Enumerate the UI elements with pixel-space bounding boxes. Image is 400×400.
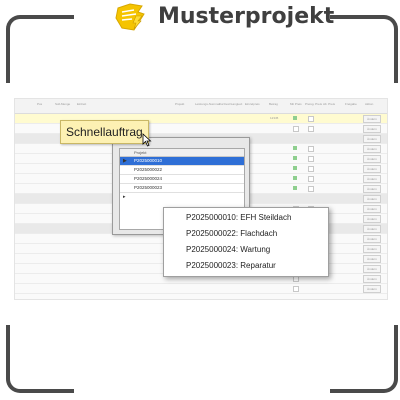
row-edit-button[interactable]: Ändern bbox=[363, 245, 381, 253]
status-indicator bbox=[293, 116, 297, 120]
table-row[interactable]: Ändern bbox=[15, 284, 387, 294]
grid-col-header: Mit Preis bbox=[290, 102, 302, 106]
row-edit-button[interactable]: Ändern bbox=[363, 215, 381, 223]
row-checkbox[interactable] bbox=[308, 166, 314, 172]
row-edit-button[interactable]: Ändern bbox=[363, 155, 381, 163]
project-number: P2025000022 bbox=[134, 167, 163, 172]
row-edit-button[interactable]: Ändern bbox=[363, 185, 381, 193]
row-edit-button[interactable]: Ändern bbox=[363, 225, 381, 233]
row-value: 12345 bbox=[270, 116, 279, 120]
row-edit-button[interactable]: Ändern bbox=[363, 115, 381, 123]
mouse-cursor-icon bbox=[142, 133, 152, 147]
new-row-pointer-icon: ▸ bbox=[123, 194, 126, 200]
row-edit-button[interactable]: Ändern bbox=[363, 165, 381, 173]
row-edit-button[interactable]: Ändern bbox=[363, 285, 381, 293]
row-checkbox[interactable] bbox=[293, 286, 299, 292]
project-list-header: Projekt bbox=[120, 149, 244, 157]
schnellauftrag-tooltip: Schnellauftrag bbox=[60, 120, 149, 144]
grid-col-header: Einzelpreis bbox=[245, 102, 260, 106]
frame-corner-top-left bbox=[6, 15, 74, 83]
row-checkbox[interactable] bbox=[293, 126, 299, 132]
frame-corner-top-right bbox=[330, 15, 398, 83]
project-number: P2025000023 bbox=[134, 185, 163, 190]
brand-title: Musterprojekt bbox=[158, 4, 335, 29]
status-indicator bbox=[293, 156, 297, 160]
project-list-item[interactable]: P2025000024 bbox=[120, 175, 244, 184]
grid-col-header: Betrag bbox=[269, 102, 278, 106]
grid-col-header: Einheit bbox=[77, 102, 87, 106]
project-list-item[interactable]: ▶ P2025000010 bbox=[120, 157, 244, 166]
grid-col-header: Preisg. Preis bbox=[305, 102, 323, 106]
project-list-new-row[interactable]: ▸ bbox=[120, 193, 244, 201]
grid-col-header: Soll-Menge bbox=[55, 102, 71, 106]
project-suggestion-item[interactable]: P2025000022: Flachdach bbox=[186, 229, 277, 238]
row-checkbox[interactable] bbox=[308, 116, 314, 122]
row-checkbox[interactable] bbox=[308, 146, 314, 152]
grid-col-header: Pos bbox=[37, 102, 43, 106]
project-suggestion-popup: P2025000010: EFH Steildach P2025000022: … bbox=[163, 207, 329, 277]
row-checkbox[interactable] bbox=[308, 176, 314, 182]
status-indicator bbox=[293, 166, 297, 170]
row-edit-button[interactable]: Ändern bbox=[363, 145, 381, 153]
status-indicator bbox=[293, 176, 297, 180]
row-edit-button[interactable]: Ändern bbox=[363, 275, 381, 283]
project-column-header: Projekt bbox=[134, 150, 147, 155]
project-number: P2025000024 bbox=[134, 176, 163, 181]
grid-col-header: Alt. Preis bbox=[323, 102, 336, 106]
frame-corner-bottom-left bbox=[6, 325, 74, 393]
project-list-item[interactable]: P2025000022 bbox=[120, 166, 244, 175]
row-edit-button[interactable]: Ändern bbox=[363, 195, 381, 203]
project-suggestion-item[interactable]: P2025000023: Reparatur bbox=[186, 261, 276, 270]
row-checkbox[interactable] bbox=[308, 126, 314, 132]
row-checkbox[interactable] bbox=[308, 186, 314, 192]
row-checkbox[interactable] bbox=[308, 156, 314, 162]
row-edit-button[interactable]: Ändern bbox=[363, 235, 381, 243]
project-list-item[interactable]: P2025000023 bbox=[120, 184, 244, 193]
row-edit-button[interactable]: Ändern bbox=[363, 125, 381, 133]
row-edit-button[interactable]: Ändern bbox=[363, 255, 381, 263]
document-bolt-icon bbox=[115, 3, 145, 31]
row-edit-button[interactable]: Ändern bbox=[363, 135, 381, 143]
row-pointer-icon: ▶ bbox=[123, 158, 127, 164]
row-edit-button[interactable]: Ändern bbox=[363, 175, 381, 183]
grid-col-header: Freigabe bbox=[345, 102, 357, 106]
grid-col-header: Kurztext/Langtext bbox=[219, 102, 243, 106]
row-edit-button[interactable]: Ändern bbox=[363, 265, 381, 273]
row-edit-button[interactable]: Ändern bbox=[363, 205, 381, 213]
status-indicator bbox=[293, 186, 297, 190]
grid-col-header: Projekt bbox=[175, 102, 185, 106]
frame-corner-bottom-right bbox=[330, 325, 398, 393]
project-suggestion-item[interactable]: P2025000010: EFH Steildach bbox=[186, 213, 291, 222]
project-suggestion-item[interactable]: P2025000024: Wartung bbox=[186, 245, 270, 254]
grid-col-header: Leistungs-Nummer bbox=[195, 102, 221, 106]
status-indicator bbox=[293, 146, 297, 150]
grid-header: Pos Soll-Menge Einheit Projekt Leistungs… bbox=[15, 99, 387, 114]
grid-col-header: Aktion bbox=[365, 102, 374, 106]
project-number: P2025000010 bbox=[134, 158, 163, 163]
